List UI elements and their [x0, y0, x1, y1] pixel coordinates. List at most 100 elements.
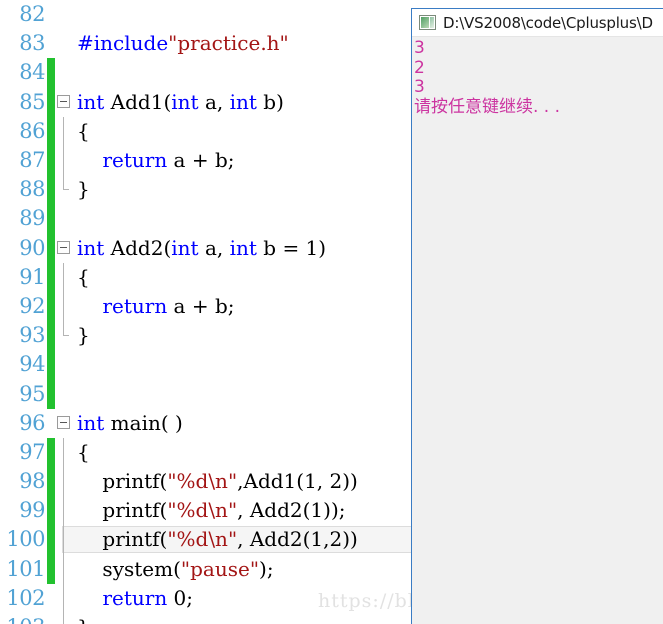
fold-guide-line	[63, 554, 64, 584]
fold-column[interactable]	[55, 262, 73, 292]
fold-column[interactable]	[55, 612, 73, 624]
change-bar	[47, 321, 55, 351]
fold-column[interactable]	[55, 145, 73, 176]
code-token-plain: , Add2(1));	[237, 498, 346, 523]
change-bar	[47, 175, 55, 205]
code-token-kw: int	[171, 235, 199, 260]
fold-column[interactable]	[55, 379, 73, 408]
line-number: 96	[19, 410, 45, 435]
fold-column[interactable]	[55, 234, 73, 263]
line-number: 83	[19, 31, 45, 56]
fold-column[interactable]	[55, 321, 73, 350]
fold-guide-line	[63, 467, 64, 497]
fold-guide-line	[63, 612, 64, 624]
change-bar	[47, 291, 55, 322]
console-titlebar[interactable]: D:\VS2008\code\Cplusplus\D	[412, 9, 663, 37]
fold-column[interactable]	[55, 0, 73, 29]
change-bar	[47, 496, 55, 526]
change-bar	[47, 29, 55, 58]
console-output-area[interactable]: 3 2 3 请按任意键继续. . .	[412, 37, 663, 624]
console-output-line: 请按任意键继续. . .	[414, 96, 561, 117]
fold-column[interactable]	[55, 467, 73, 497]
line-number: 97	[19, 439, 45, 464]
fold-column[interactable]	[55, 175, 73, 204]
code-token-plain: 0;	[167, 585, 194, 610]
fold-column[interactable]	[55, 116, 73, 146]
fold-column[interactable]	[55, 409, 73, 438]
fold-guide-line	[63, 496, 64, 526]
fold-column[interactable]	[55, 496, 73, 526]
code-token-plain: b)	[256, 89, 284, 114]
fold-column[interactable]	[55, 29, 73, 58]
code-token-str: "%d\n"	[167, 498, 238, 523]
line-number: 90	[19, 235, 45, 260]
code-token-plain: , Add2(1,2))	[237, 527, 358, 552]
line-number: 93	[19, 323, 45, 348]
code-token-plain: }	[77, 323, 90, 348]
console-title-text: D:\VS2008\code\Cplusplus\D	[443, 13, 653, 32]
fold-column[interactable]	[55, 291, 73, 322]
fold-column[interactable]	[55, 437, 73, 467]
code-token-plain: a,	[198, 89, 230, 114]
code-token-plain: main( )	[104, 410, 183, 435]
line-number: 94	[19, 352, 45, 377]
console-output-line: 3	[414, 77, 425, 97]
line-number: 99	[19, 498, 45, 523]
fold-column[interactable]	[55, 58, 73, 87]
fold-column[interactable]	[55, 204, 73, 233]
fold-guide-line	[63, 321, 69, 337]
fold-guide-line	[63, 525, 64, 555]
line-number: 102	[6, 585, 45, 610]
code-token-plain: }	[77, 177, 90, 202]
console-output-line: 3	[414, 38, 425, 58]
line-number: 89	[19, 206, 45, 231]
code-token-plain: printf(	[77, 498, 168, 523]
code-token-plain: a,	[198, 235, 230, 260]
line-number: 86	[19, 118, 45, 143]
fold-column[interactable]	[55, 583, 73, 613]
line-number: 98	[19, 469, 45, 494]
code-token-plain: printf(	[77, 469, 168, 494]
line-number: 87	[19, 148, 45, 173]
change-bar	[47, 0, 55, 29]
change-bar	[47, 525, 55, 555]
code-token-plain: );	[259, 556, 274, 581]
line-number: 91	[19, 264, 45, 289]
code-token-kw: int	[229, 89, 257, 114]
change-bar	[47, 554, 55, 584]
code-token-kw: int	[77, 89, 105, 114]
fold-collapse-icon[interactable]	[57, 94, 70, 108]
change-bar	[47, 58, 55, 88]
code-token-kw: int	[229, 235, 257, 260]
line-number: 85	[19, 89, 45, 114]
code-token-plain: system(	[77, 556, 181, 581]
code-token-plain: {	[77, 118, 90, 143]
code-token-kw: return	[102, 148, 168, 173]
code-token-plain: a + b;	[167, 293, 235, 318]
code-token-kw: return	[102, 585, 168, 610]
change-bar	[47, 87, 55, 117]
fold-guide-line	[63, 291, 64, 322]
change-bar	[47, 613, 55, 624]
line-number: 100	[6, 527, 45, 552]
change-bar	[47, 233, 55, 263]
change-bar	[47, 204, 55, 234]
fold-guide-line	[63, 175, 69, 191]
console-window[interactable]: D:\VS2008\code\Cplusplus\D 3 2 3 请按任意键继续. .…	[411, 8, 663, 624]
change-bar	[47, 437, 55, 467]
change-bar	[47, 262, 55, 292]
fold-column[interactable]	[55, 525, 73, 555]
fold-column[interactable]	[55, 350, 73, 379]
change-bar	[47, 584, 55, 613]
change-bar	[47, 116, 55, 146]
fold-collapse-icon[interactable]	[57, 240, 70, 254]
code-token-plain: a + b;	[167, 148, 235, 173]
fold-guide-line	[63, 262, 64, 292]
fold-collapse-icon[interactable]	[57, 415, 70, 429]
line-number: 88	[19, 177, 45, 202]
fold-column[interactable]	[55, 88, 73, 117]
fold-column[interactable]	[55, 554, 73, 584]
code-token-plain: ,Add1(1, 2))	[237, 469, 358, 494]
